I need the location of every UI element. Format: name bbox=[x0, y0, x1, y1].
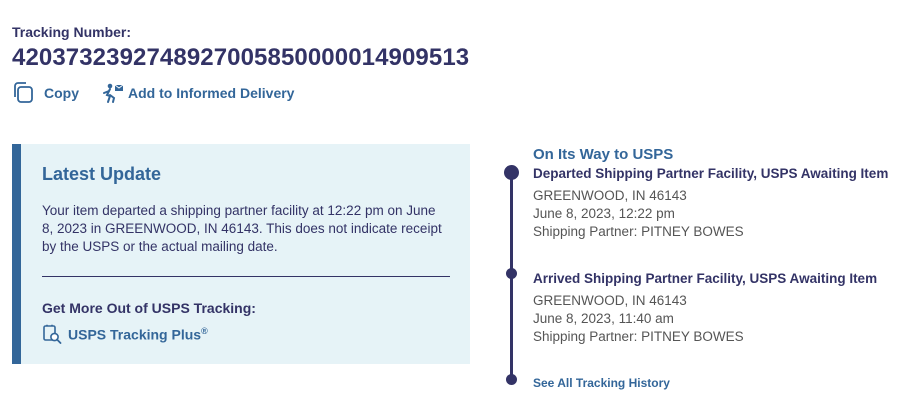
event-title: Departed Shipping Partner Facility, USPS… bbox=[533, 166, 889, 181]
event-partner: Shipping Partner: PITNEY BOWES bbox=[533, 329, 744, 344]
get-more-heading: Get More Out of USPS Tracking: bbox=[42, 300, 256, 316]
event-location: GREENWOOD, IN 46143 bbox=[533, 188, 687, 203]
tracking-event: Arrived Shipping Partner Facility, USPS … bbox=[533, 271, 877, 346]
tracking-number-label: Tracking Number: bbox=[12, 24, 132, 40]
event-datetime: June 8, 2023, 11:40 am bbox=[533, 311, 674, 326]
latest-update-text: Your item departed a shipping partner fa… bbox=[42, 203, 442, 254]
event-partner: Shipping Partner: PITNEY BOWES bbox=[533, 224, 744, 239]
tracking-plus-icon bbox=[42, 324, 62, 344]
copy-button[interactable]: Copy bbox=[12, 82, 79, 104]
tracking-status-title: On Its Way to USPS bbox=[533, 146, 674, 163]
tracking-actions: Copy Add to Informed Delivery bbox=[12, 82, 294, 104]
copy-label: Copy bbox=[44, 85, 79, 101]
timeline-end-dot bbox=[506, 374, 517, 385]
latest-update-title: Latest Update bbox=[42, 164, 162, 184]
latest-update-panel: Latest Update Your item departed a shipp… bbox=[12, 144, 470, 364]
event-datetime: June 8, 2023, 12:22 pm bbox=[533, 206, 675, 221]
see-all-tracking-history-link[interactable]: See All Tracking History bbox=[533, 376, 670, 390]
timeline-current-dot bbox=[504, 165, 519, 180]
tracking-event: Departed Shipping Partner Facility, USPS… bbox=[533, 166, 888, 241]
informed-delivery-label: Add to Informed Delivery bbox=[128, 85, 295, 101]
event-title: Arrived Shipping Partner Facility, USPS … bbox=[533, 271, 878, 286]
add-to-informed-delivery-button[interactable]: Add to Informed Delivery bbox=[101, 82, 294, 104]
panel-divider bbox=[42, 276, 450, 277]
event-location: GREENWOOD, IN 46143 bbox=[533, 293, 687, 308]
informed-delivery-icon bbox=[101, 82, 125, 104]
tracking-number: 4203732392748927005850000014909513 bbox=[12, 44, 470, 71]
usps-tracking-plus-label: USPS Tracking Plus® bbox=[68, 325, 208, 343]
timeline-dot bbox=[506, 268, 517, 279]
usps-tracking-plus-link[interactable]: USPS Tracking Plus® bbox=[42, 324, 208, 344]
copy-icon bbox=[12, 82, 36, 104]
